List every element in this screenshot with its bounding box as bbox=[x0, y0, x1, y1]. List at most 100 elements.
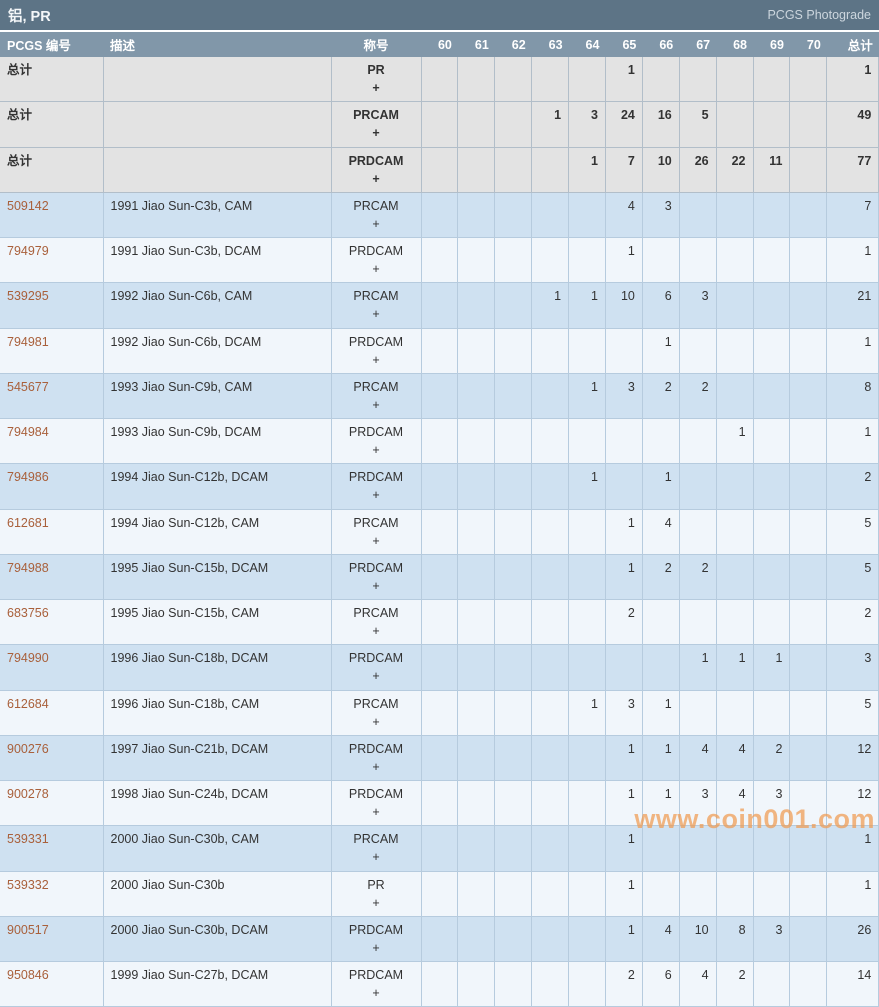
grade-62-cell bbox=[494, 237, 533, 284]
grade-69-cell: 1 bbox=[753, 644, 791, 691]
grade-61-cell bbox=[457, 463, 496, 510]
pcgs-number-link[interactable]: 683756 bbox=[7, 606, 49, 620]
table-row: 612684 1996 Jiao Sun-C18b, CAM PRCAM +1 3 1 5 bbox=[0, 690, 879, 736]
grade-65-cell: 3 bbox=[605, 373, 643, 420]
grade-69-cell bbox=[753, 373, 791, 420]
grade-62-cell bbox=[494, 825, 533, 872]
description-cell: 1993 Jiao Sun-C9b, DCAM bbox=[103, 418, 332, 465]
summary-row: 总计 PRCAM +1 3 24 16 5 49 bbox=[0, 101, 879, 148]
grade-66-cell: 4 bbox=[642, 509, 680, 555]
grade-70-cell bbox=[789, 237, 828, 284]
grade-65-cell: 7 bbox=[605, 147, 643, 193]
grade-62-cell bbox=[494, 644, 533, 691]
grade-61-cell bbox=[457, 282, 496, 329]
total-cell: 21 bbox=[826, 282, 879, 329]
grade-61-cell bbox=[457, 554, 496, 601]
grade-61-cell bbox=[457, 916, 496, 963]
grade-66-cell bbox=[642, 644, 680, 691]
grade-62-cell bbox=[494, 871, 533, 917]
grade-63-cell bbox=[531, 690, 570, 736]
plus-label: + bbox=[372, 533, 380, 548]
grade-69-cell bbox=[753, 463, 791, 510]
grade-67-cell bbox=[679, 192, 717, 239]
grade-64-cell: 1 bbox=[568, 690, 606, 736]
grade-61-cell bbox=[457, 690, 496, 736]
pcgs-number-link[interactable]: 539332 bbox=[7, 878, 49, 892]
population-report-page: 铝, PR PCGS Photograde PCGS 编号 描述 称号 60 61… bbox=[0, 0, 879, 1007]
total-cell: 2 bbox=[826, 599, 879, 646]
grade-63-cell: 1 bbox=[531, 101, 570, 148]
grade-60-cell bbox=[421, 780, 459, 827]
grade-60-cell bbox=[421, 373, 459, 420]
pcgs-number-link[interactable]: 509142 bbox=[7, 199, 49, 213]
grade-62-cell bbox=[494, 599, 533, 646]
grade-64-cell bbox=[568, 871, 606, 917]
grade-62-cell bbox=[494, 192, 533, 239]
table-header-row: PCGS 编号 描述 称号 60 61 62 63 64 65 66 67 68 69 70 总计 bbox=[0, 32, 879, 57]
grade-65-cell: 4 bbox=[605, 192, 643, 239]
pcgs-number-link[interactable]: 950846 bbox=[7, 968, 49, 982]
grade-65-cell: 1 bbox=[605, 780, 643, 827]
grade-66-cell: 10 bbox=[642, 147, 680, 193]
grade-63-cell bbox=[531, 509, 570, 555]
summary-row: 总计 PR +1 1 bbox=[0, 57, 879, 103]
grade-70-cell bbox=[789, 961, 828, 1007]
grade-67-cell: 4 bbox=[679, 961, 717, 1007]
grade-62-cell bbox=[494, 554, 533, 601]
grade-69-cell bbox=[753, 961, 791, 1007]
grade-64-cell bbox=[568, 780, 606, 827]
pcgs-number-link[interactable]: 539331 bbox=[7, 832, 49, 846]
grade-60-cell bbox=[421, 961, 459, 1007]
grade-67-cell: 26 bbox=[679, 147, 717, 193]
grade-70-cell bbox=[789, 192, 828, 239]
grade-68-cell bbox=[716, 57, 754, 103]
grade-63-cell bbox=[531, 916, 570, 963]
pcgs-number-link[interactable]: 539295 bbox=[7, 289, 49, 303]
grade-66-cell: 16 bbox=[642, 101, 680, 148]
pcgs-number-link[interactable]: 900278 bbox=[7, 787, 49, 801]
designation-cell: PRDCAM + bbox=[331, 147, 422, 193]
plus-label: + bbox=[372, 850, 380, 865]
grade-69-cell: 2 bbox=[753, 735, 791, 782]
grade-66-cell bbox=[642, 57, 680, 103]
grade-67-cell bbox=[679, 237, 717, 284]
grade-66-cell bbox=[642, 599, 680, 646]
pcgs-number-link[interactable]: 794988 bbox=[7, 561, 49, 575]
pcgs-number-link[interactable]: 900276 bbox=[7, 742, 49, 756]
grade-64-cell: 1 bbox=[568, 373, 606, 420]
pcgs-number-link[interactable]: 545677 bbox=[7, 380, 49, 394]
pcgs-number-link[interactable]: 900517 bbox=[7, 923, 49, 937]
grade-60-cell bbox=[421, 554, 459, 601]
grade-64-cell bbox=[568, 509, 606, 555]
description-cell: 1996 Jiao Sun-C18b, DCAM bbox=[103, 644, 332, 691]
grade-63-cell bbox=[531, 644, 570, 691]
grade-67-cell: 2 bbox=[679, 554, 717, 601]
designation-label: PRCAM bbox=[353, 379, 399, 394]
designation-label: PRCAM bbox=[353, 515, 399, 530]
table-row: 794988 1995 Jiao Sun-C15b, DCAM PRDCAM +1 2 2… bbox=[0, 554, 879, 601]
photograde-link[interactable]: PCGS Photograde bbox=[767, 8, 871, 22]
pcgs-number-link[interactable]: 794990 bbox=[7, 651, 49, 665]
pcgs-number-link[interactable]: 612684 bbox=[7, 697, 49, 711]
pcgs-number-cell: 509142 bbox=[0, 192, 104, 239]
pcgs-number-link[interactable]: 612681 bbox=[7, 516, 49, 530]
grade-67-cell: 5 bbox=[679, 101, 717, 148]
plus-label: + bbox=[372, 307, 380, 322]
pcgs-number-link[interactable]: 794984 bbox=[7, 425, 49, 439]
designation-cell: PRDCAM + bbox=[331, 644, 422, 691]
grade-65-cell: 1 bbox=[605, 825, 643, 872]
pcgs-number-link[interactable]: 794986 bbox=[7, 470, 49, 484]
grade-70-cell bbox=[789, 57, 828, 103]
grade-60-cell bbox=[421, 509, 459, 555]
grade-63-cell bbox=[531, 780, 570, 827]
grade-63-cell bbox=[531, 961, 570, 1007]
description-cell: 1998 Jiao Sun-C24b, DCAM bbox=[103, 780, 332, 827]
grade-62-cell bbox=[494, 282, 533, 329]
grade-66-cell bbox=[642, 825, 680, 872]
pcgs-number-cell: 900517 bbox=[0, 916, 104, 963]
description-cell: 2000 Jiao Sun-C30b, DCAM bbox=[103, 916, 332, 963]
grade-62-cell bbox=[494, 101, 533, 148]
pcgs-number-link[interactable]: 794981 bbox=[7, 335, 49, 349]
pcgs-number-link[interactable]: 794979 bbox=[7, 244, 49, 258]
table-row: 794981 1992 Jiao Sun-C6b, DCAM PRDCAM +1 1 bbox=[0, 328, 879, 374]
